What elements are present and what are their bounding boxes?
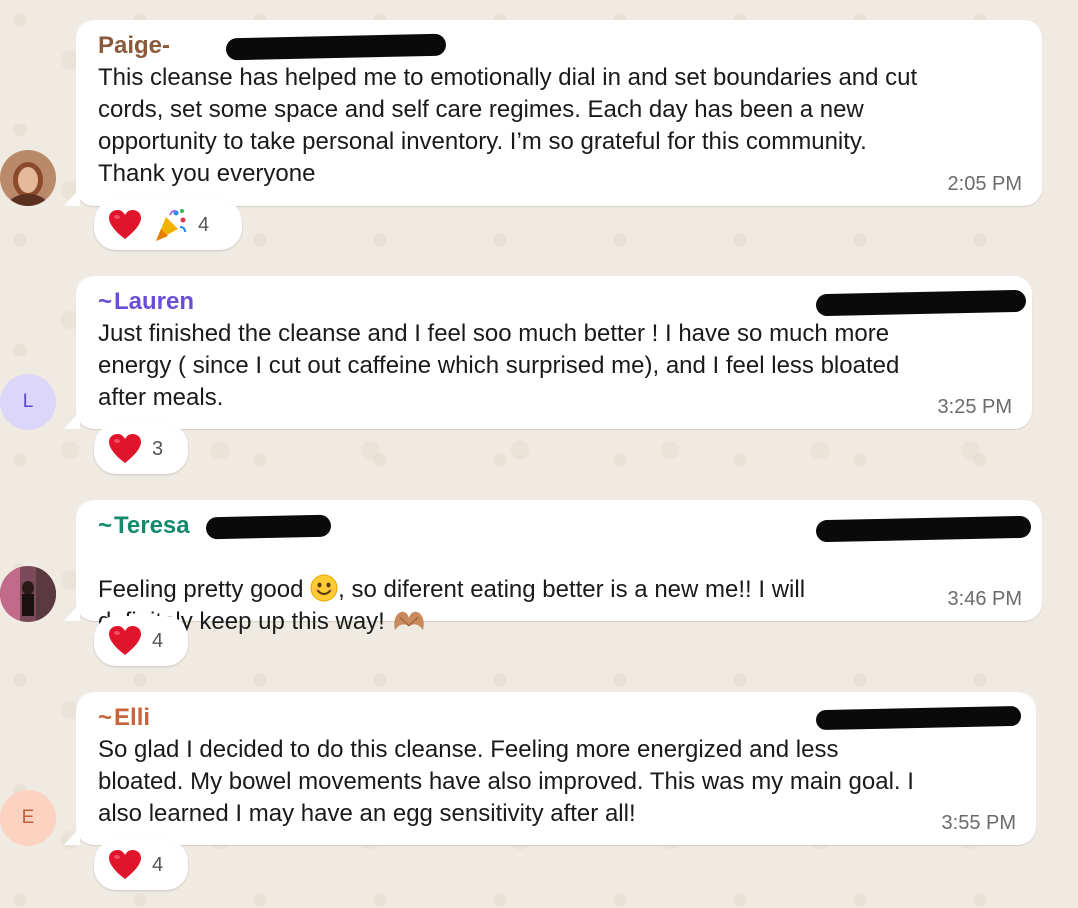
- bubble-tail: [64, 411, 80, 429]
- timestamp: 3:55 PM: [941, 812, 1016, 834]
- avatar-teresa[interactable]: [0, 566, 56, 622]
- reaction-bar[interactable]: 4: [94, 616, 188, 666]
- message-bubble[interactable]: ~Lauren Just finished the cleanse and I …: [64, 276, 1032, 429]
- avatar-lauren[interactable]: L: [0, 374, 56, 430]
- timestamp: 3:46 PM: [947, 588, 1022, 610]
- reaction-bar[interactable]: 4: [94, 840, 188, 890]
- sender-name-text: Teresa: [114, 512, 190, 539]
- reaction-count: 3: [152, 437, 164, 460]
- message-text-part: Feeling pretty good: [98, 576, 311, 603]
- reaction-bar[interactable]: 3: [94, 424, 188, 474]
- message-text-part: , so diferent eating better is a new me!…: [338, 576, 806, 603]
- sender-prefix: ~: [98, 704, 113, 731]
- message-text: Feeling pretty good , so diferent eating…: [98, 542, 1024, 638]
- reaction-count: 4: [152, 853, 164, 876]
- timestamp: 2:05 PM: [947, 173, 1022, 195]
- redaction-mark: [205, 514, 332, 540]
- avatar-initial: L: [22, 391, 34, 412]
- message-bubble[interactable]: Paige- This cleanse has helped me to emo…: [64, 20, 1042, 206]
- reaction-count: 4: [198, 213, 210, 236]
- timestamp: 3:25 PM: [937, 396, 1012, 418]
- bubble-tail: [64, 188, 80, 206]
- redaction-mark: [225, 33, 447, 61]
- message-bubble[interactable]: ~Elli So glad I decided to do this clean…: [64, 692, 1036, 845]
- redaction-mark: [815, 515, 1032, 543]
- message-bubble[interactable]: ~Teresa Feeling pretty good , so diferen…: [64, 500, 1042, 635]
- avatar-initial: E: [21, 807, 35, 828]
- heart-icon: [109, 210, 141, 239]
- avatar-elli[interactable]: E: [0, 790, 56, 846]
- sender-name-text: Lauren: [114, 288, 195, 315]
- avatar-paige[interactable]: [0, 150, 56, 206]
- bubble-tail: [64, 603, 80, 621]
- message-text: So glad I decided to do this cleanse. Fe…: [98, 736, 914, 827]
- bubble-tail: [64, 827, 80, 845]
- reaction-count: 4: [152, 629, 164, 652]
- smiling-face-icon: [310, 574, 338, 602]
- heart-icon: [109, 434, 141, 463]
- message-text: This cleanse has helped me to emotionall…: [98, 64, 918, 187]
- party-popper-icon: [156, 209, 186, 241]
- sender-name-text: Elli: [114, 704, 151, 731]
- message-text: Just finished the cleanse and I feel soo…: [98, 320, 900, 411]
- heart-icon: [109, 626, 141, 655]
- sender-prefix: ~: [98, 288, 113, 315]
- heart-icon: [109, 850, 141, 879]
- reaction-bar[interactable]: 4: [94, 200, 242, 250]
- sender-prefix: ~: [98, 512, 113, 539]
- redaction-mark: [815, 289, 1027, 317]
- heart-hands-icon: [393, 611, 424, 630]
